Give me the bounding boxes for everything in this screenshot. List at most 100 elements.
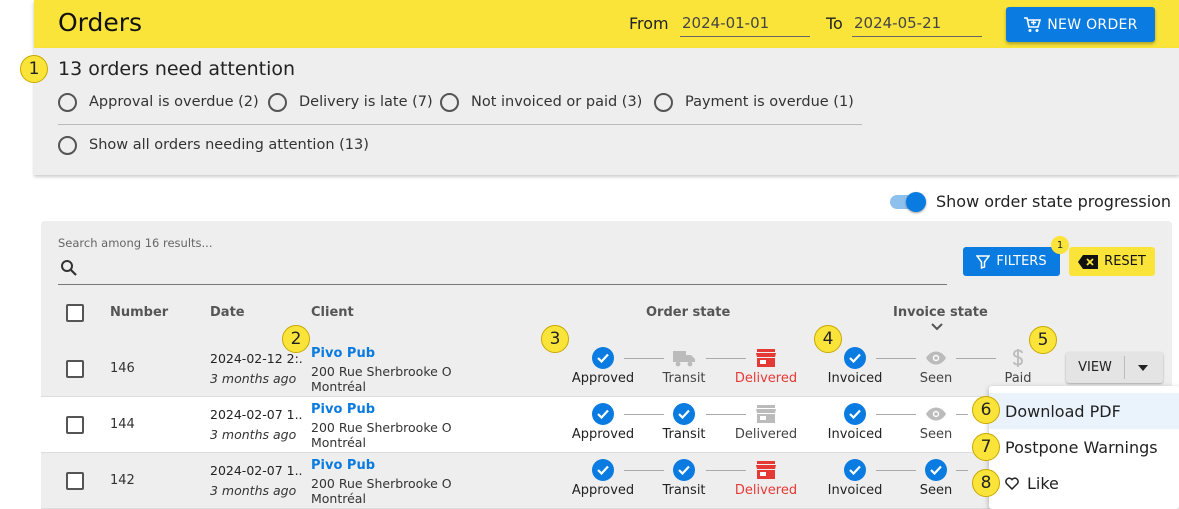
- order-step-approved: Approved: [568, 347, 638, 386]
- order-step-invoiced: Invoiced: [820, 459, 890, 498]
- select-all-checkbox[interactable]: [66, 304, 84, 322]
- store-icon: [731, 459, 801, 481]
- view-split-button[interactable]: VIEW: [1066, 352, 1163, 383]
- step-label: Invoiced: [827, 427, 883, 442]
- step-label: Transit: [662, 427, 706, 442]
- check-circle-icon: [673, 403, 695, 425]
- store-icon: [731, 347, 801, 369]
- chevron-down-icon[interactable]: [930, 322, 944, 332]
- order-number: 142: [110, 473, 135, 488]
- col-client[interactable]: Client: [311, 305, 354, 320]
- order-step-seen: Seen: [901, 347, 971, 386]
- radio-label: Payment is overdue (1): [685, 94, 854, 110]
- step-label: Delivered: [734, 483, 798, 498]
- toggle-label: Show order state progression: [936, 192, 1172, 211]
- step-connector: [956, 470, 968, 471]
- reset-label: RESET: [1104, 254, 1146, 269]
- order-step-transit: Transit: [649, 403, 719, 442]
- reset-button[interactable]: RESET: [1069, 247, 1155, 276]
- to-date-input[interactable]: 2024-05-21: [852, 10, 982, 37]
- check-circle-icon: [844, 347, 866, 369]
- check-circle-icon: [925, 459, 947, 481]
- row-checkbox[interactable]: [66, 416, 84, 434]
- radio-payment-overdue[interactable]: [654, 93, 673, 112]
- step-label: Invoiced: [827, 371, 883, 386]
- menu-item-label: Like: [1027, 473, 1059, 493]
- order-step-invoiced: Invoiced: [820, 347, 890, 386]
- callout-badge: 6: [972, 396, 1000, 424]
- from-date-input[interactable]: 2024-01-01: [680, 10, 810, 37]
- order-step-delivered: Delivered: [731, 347, 801, 386]
- to-label: To: [826, 14, 843, 33]
- step-label: Paid: [1004, 371, 1032, 386]
- attention-title: 13 orders need attention: [58, 58, 296, 80]
- radio-label: Delivery is late (7): [299, 94, 433, 110]
- client-link[interactable]: Pivo Pub: [311, 458, 375, 473]
- radio-delivery-late[interactable]: [268, 93, 287, 112]
- radio-label: Show all orders needing attention (13): [89, 137, 369, 153]
- divider: [58, 124, 862, 125]
- search-input[interactable]: [58, 284, 947, 285]
- col-invoice-state[interactable]: Invoice state: [893, 305, 988, 320]
- check-circle-icon: [673, 459, 695, 481]
- order-date: 2024-02-12 2:...: [210, 351, 302, 366]
- step-label: Transit: [662, 483, 706, 498]
- order-step-transit: Transit: [649, 347, 719, 386]
- check-circle-icon: [844, 459, 866, 481]
- col-date[interactable]: Date: [210, 305, 245, 320]
- order-step-approved: Approved: [568, 459, 638, 498]
- order-number: 144: [110, 417, 135, 432]
- order-number: 146: [110, 361, 135, 376]
- row-checkbox[interactable]: [66, 472, 84, 490]
- new-order-button[interactable]: NEW ORDER: [1006, 7, 1155, 42]
- step-label: Seen: [919, 483, 953, 498]
- menu-item-postpone-warnings[interactable]: Postpone Warnings: [989, 429, 1179, 465]
- toggle-knob[interactable]: [906, 192, 926, 212]
- step-label: Transit: [662, 371, 706, 386]
- cart-icon: [1024, 16, 1042, 32]
- filter-icon: [976, 254, 991, 269]
- callout-badge: 7: [972, 433, 1000, 461]
- menu-item-label: Postpone Warnings: [1005, 437, 1158, 457]
- app-header: Orders From 2024-01-01 To 2024-05-21 NEW…: [34, 0, 1179, 48]
- view-button[interactable]: VIEW: [1066, 352, 1124, 383]
- radio-not-invoiced[interactable]: [440, 93, 459, 112]
- check-circle-icon: [844, 403, 866, 425]
- order-step-seen: Seen: [901, 459, 971, 498]
- client-city: Montréal: [311, 379, 366, 394]
- filters-button[interactable]: FILTERS: [963, 247, 1060, 276]
- col-order-state[interactable]: Order state: [646, 305, 730, 320]
- menu-item-like[interactable]: Like: [989, 465, 1179, 501]
- filters-count-badge: 1: [1051, 236, 1069, 254]
- client-address: 200 Rue Sherbrooke O: [311, 476, 452, 491]
- order-step-transit: Transit: [649, 459, 719, 498]
- divider: [1124, 356, 1125, 379]
- caret-down-icon[interactable]: [1136, 364, 1150, 372]
- client-link[interactable]: Pivo Pub: [311, 346, 375, 361]
- heart-icon: [1005, 476, 1019, 490]
- client-address: 200 Rue Sherbrooke O: [311, 364, 452, 379]
- callout-badge: 1: [20, 55, 48, 83]
- order-step-delivered: Delivered: [731, 403, 801, 442]
- radio-show-all[interactable]: [58, 136, 77, 155]
- order-relative-date: 3 months ago: [210, 427, 297, 442]
- row-checkbox[interactable]: [66, 360, 84, 378]
- check-circle-icon: [592, 347, 614, 369]
- client-link[interactable]: Pivo Pub: [311, 402, 375, 417]
- col-number[interactable]: Number: [110, 305, 168, 320]
- client-address: 200 Rue Sherbrooke O: [311, 420, 452, 435]
- step-label: Approved: [571, 427, 635, 442]
- order-step-invoiced: Invoiced: [820, 403, 890, 442]
- store-icon: [731, 403, 801, 425]
- menu-item-download-pdf[interactable]: Download PDF: [989, 393, 1179, 429]
- radio-approval-overdue[interactable]: [58, 93, 77, 112]
- search-icon[interactable]: [60, 259, 78, 277]
- step-connector: [956, 414, 968, 415]
- order-relative-date: 3 months ago: [210, 371, 297, 386]
- order-step-approved: Approved: [568, 403, 638, 442]
- check-circle-icon: [592, 403, 614, 425]
- order-date: 2024-02-07 1...: [210, 407, 302, 422]
- order-step-delivered: Delivered: [731, 459, 801, 498]
- step-label: Delivered: [734, 427, 798, 442]
- check-circle-icon: [592, 459, 614, 481]
